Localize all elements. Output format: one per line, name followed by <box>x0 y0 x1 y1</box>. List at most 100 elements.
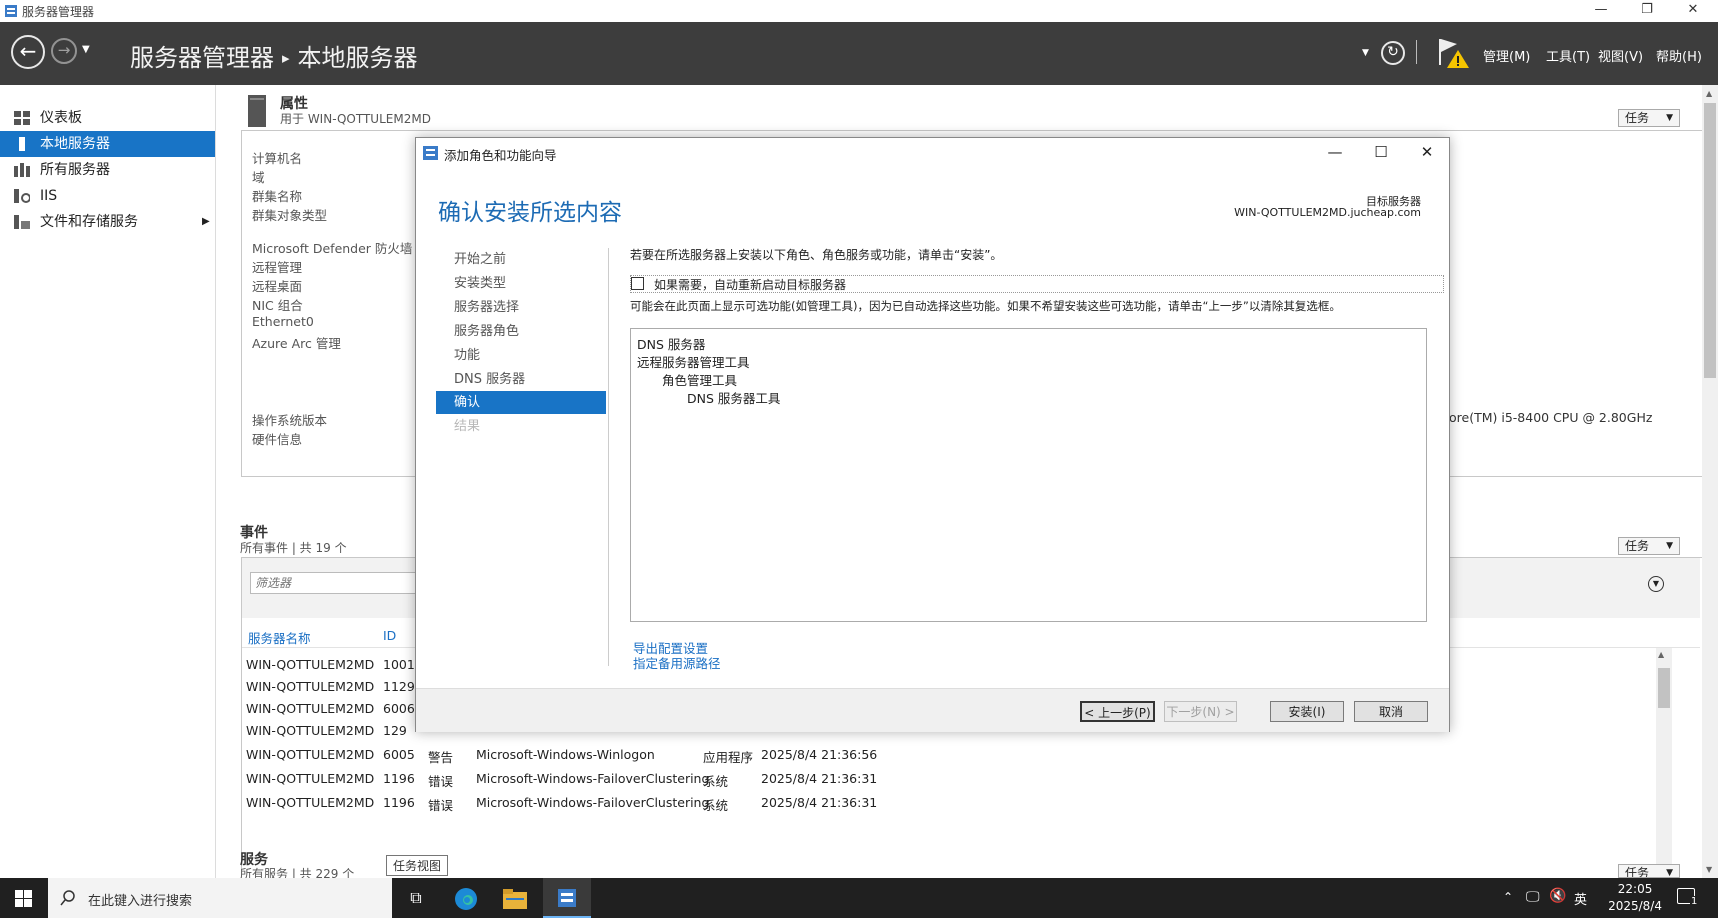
back-button[interactable]: ← <box>11 35 45 69</box>
step-server-selection[interactable]: 服务器选择 <box>436 296 606 319</box>
cell-server: WIN-QOTTULEM2MD <box>246 747 375 762</box>
sidebar-item-local-server[interactable]: 本地服务器 <box>0 131 215 157</box>
cell-log: 系统 <box>703 774 729 789</box>
task-view-icon[interactable]: ⧉ <box>392 878 440 918</box>
expand-chevron-icon[interactable]: ▼ <box>1648 576 1664 592</box>
close-icon: ✕ <box>1420 143 1434 161</box>
arrow-left-icon: ← <box>19 39 37 63</box>
step-installation-type[interactable]: 安装类型 <box>436 272 606 295</box>
events-subtitle: 所有事件 | 共 19 个 <box>240 541 347 555</box>
ime-indicator[interactable]: 英 <box>1574 889 1587 908</box>
server-manager-icon <box>5 5 17 17</box>
breadcrumb-separator-icon: ▸ <box>282 49 290 67</box>
menu-tools[interactable]: 工具(T) <box>1546 46 1590 65</box>
cell-id: 1196 <box>383 771 415 786</box>
cell-id: 1196 <box>383 795 415 810</box>
prop-remote-management: 远程管理 <box>252 260 303 275</box>
scroll-up-icon[interactable]: ▲ <box>1658 650 1664 659</box>
tasks-label: 任务 <box>1625 539 1650 553</box>
cell-server: WIN-QOTTULEM2MD <box>246 723 375 738</box>
sidebar-item-label: 文件和存储服务 <box>40 214 138 230</box>
prop-cpu-value: ore(TM) i5-8400 CPU @ 2.80GHz <box>1449 410 1653 425</box>
restart-checkbox-label[interactable]: 如果需要，自动重新启动目标服务器 <box>654 276 846 293</box>
dialog-close-button[interactable]: ✕ <box>1404 138 1450 166</box>
scroll-down-icon[interactable]: ▼ <box>1706 865 1712 874</box>
properties-tasks-button[interactable]: 任务 ▼ <box>1618 109 1680 127</box>
taskbar-clock[interactable]: 22:05 2025/8/4 <box>1608 881 1662 915</box>
tray-chevron-up-icon[interactable]: ⌃ <box>1503 890 1513 904</box>
events-scrollbar[interactable]: ▲ ▼ <box>1656 648 1672 894</box>
cancel-button[interactable]: 取消 <box>1354 701 1428 722</box>
minimize-icon: — <box>1327 143 1343 161</box>
scroll-thumb[interactable] <box>1658 668 1670 708</box>
refresh-button[interactable]: ↻ <box>1381 41 1405 65</box>
dialog-footer: < 上一步(P) 下一步(N) > 安装(I) 取消 <box>416 688 1449 732</box>
sidebar-item-dashboard[interactable]: 仪表板 <box>0 105 215 131</box>
main-scrollbar[interactable]: ▲ ▼ <box>1702 85 1718 878</box>
scroll-thumb[interactable] <box>1704 103 1716 378</box>
step-confirmation[interactable]: 确认 <box>436 391 606 414</box>
close-button[interactable]: ✕ <box>1670 0 1716 22</box>
cell-source: Microsoft-Windows-FailoverClustering <box>476 795 710 810</box>
breadcrumb: 服务器管理器 ▸ 本地服务器 <box>130 38 418 73</box>
col-server-name[interactable]: 服务器名称 <box>248 628 311 647</box>
dialog-maximize-button[interactable]: ☐ <box>1358 138 1404 166</box>
volume-muted-icon[interactable]: 🔇 <box>1549 888 1566 904</box>
dashboard-grid-icon <box>14 111 30 125</box>
properties-subtitle: 用于 WIN-QOTTULEM2MD <box>280 112 431 126</box>
history-dropdown-icon[interactable]: ▼ <box>82 44 90 55</box>
restart-checkbox[interactable] <box>631 277 644 290</box>
step-server-roles[interactable]: 服务器角色 <box>436 320 606 343</box>
tasks-label: 任务 <box>1625 111 1650 125</box>
dialog-divider <box>608 248 609 666</box>
windows-start-icon[interactable] <box>15 890 32 907</box>
step-features[interactable]: 功能 <box>436 344 606 367</box>
edge-browser-icon[interactable] <box>454 887 478 911</box>
taskbar-server-manager[interactable] <box>543 878 591 918</box>
menu-manage[interactable]: 管理(M) <box>1483 46 1530 65</box>
step-dns-server[interactable]: DNS 服务器 <box>436 368 606 391</box>
file-explorer-icon[interactable] <box>503 889 527 909</box>
taskbar: 在此键入进行搜索 ⧉ ⌃ 🖵 🔇 英 22:05 2025/8/4 1 <box>0 878 1718 918</box>
alternate-source-link[interactable]: 指定备用源路径 <box>633 653 721 672</box>
forward-button[interactable]: → <box>51 38 77 64</box>
sidebar-item-all-servers[interactable]: 所有服务器 <box>0 157 215 183</box>
cell-server: WIN-QOTTULEM2MD <box>246 657 375 672</box>
sidebar-item-iis[interactable]: IIS <box>0 183 215 209</box>
step-results: 结果 <box>436 415 606 438</box>
cell-log: 系统 <box>703 798 729 813</box>
cell-date: 2025/8/4 21:36:31 <box>761 771 878 786</box>
dialog-minimize-button[interactable]: — <box>1312 138 1358 166</box>
dropdown-arrow-icon[interactable]: ▼ <box>1362 48 1369 58</box>
clock-time: 22:05 <box>1617 882 1653 896</box>
restore-button[interactable]: ❐ <box>1624 0 1670 22</box>
dropdown-arrow-icon: ▼ <box>1666 868 1673 878</box>
taskbar-search-box[interactable]: 在此键入进行搜索 <box>48 878 392 918</box>
install-button[interactable]: 安装(I) <box>1270 701 1344 722</box>
cell-level: 警告 <box>428 750 454 765</box>
sidebar: 仪表板 本地服务器 所有服务器 IIS 文件和存储服务 ▶ <box>0 85 216 878</box>
sidebar-item-file-storage[interactable]: 文件和存储服务 ▶ <box>0 209 215 235</box>
menu-view[interactable]: 视图(V) <box>1598 46 1643 65</box>
col-id[interactable]: ID <box>383 628 396 643</box>
prop-cluster-object-type: 群集对象类型 <box>252 208 328 223</box>
notifications-flag-warning-icon[interactable] <box>1437 36 1471 70</box>
services-tasks-button[interactable]: 任务 ▼ <box>1618 864 1680 878</box>
step-label: 服务器选择 <box>454 300 520 315</box>
list-item: 远程服务器管理工具 <box>637 355 750 370</box>
sidebar-item-label: 仪表板 <box>40 110 82 126</box>
scroll-up-icon[interactable]: ▲ <box>1706 89 1712 98</box>
step-before-you-begin[interactable]: 开始之前 <box>436 248 606 271</box>
previous-button[interactable]: < 上一步(P) <box>1080 701 1155 722</box>
arrow-right-icon: → <box>57 41 71 59</box>
minimize-button[interactable]: — <box>1578 0 1624 22</box>
events-tasks-button[interactable]: 任务 ▼ <box>1618 537 1680 555</box>
restart-checkbox-row[interactable]: 如果需要，自动重新启动目标服务器 <box>630 275 1444 293</box>
chevron-right-icon[interactable]: ▶ <box>202 209 210 235</box>
breadcrumb-root[interactable]: 服务器管理器 <box>130 44 274 72</box>
services-subtitle: 所有服务 | 共 229 个 <box>240 867 355 878</box>
cell-id: 129 <box>383 723 407 738</box>
network-icon[interactable]: 🖵 <box>1526 889 1540 905</box>
notification-count: 1 <box>1690 896 1699 907</box>
menu-help[interactable]: 帮助(H) <box>1656 46 1702 65</box>
